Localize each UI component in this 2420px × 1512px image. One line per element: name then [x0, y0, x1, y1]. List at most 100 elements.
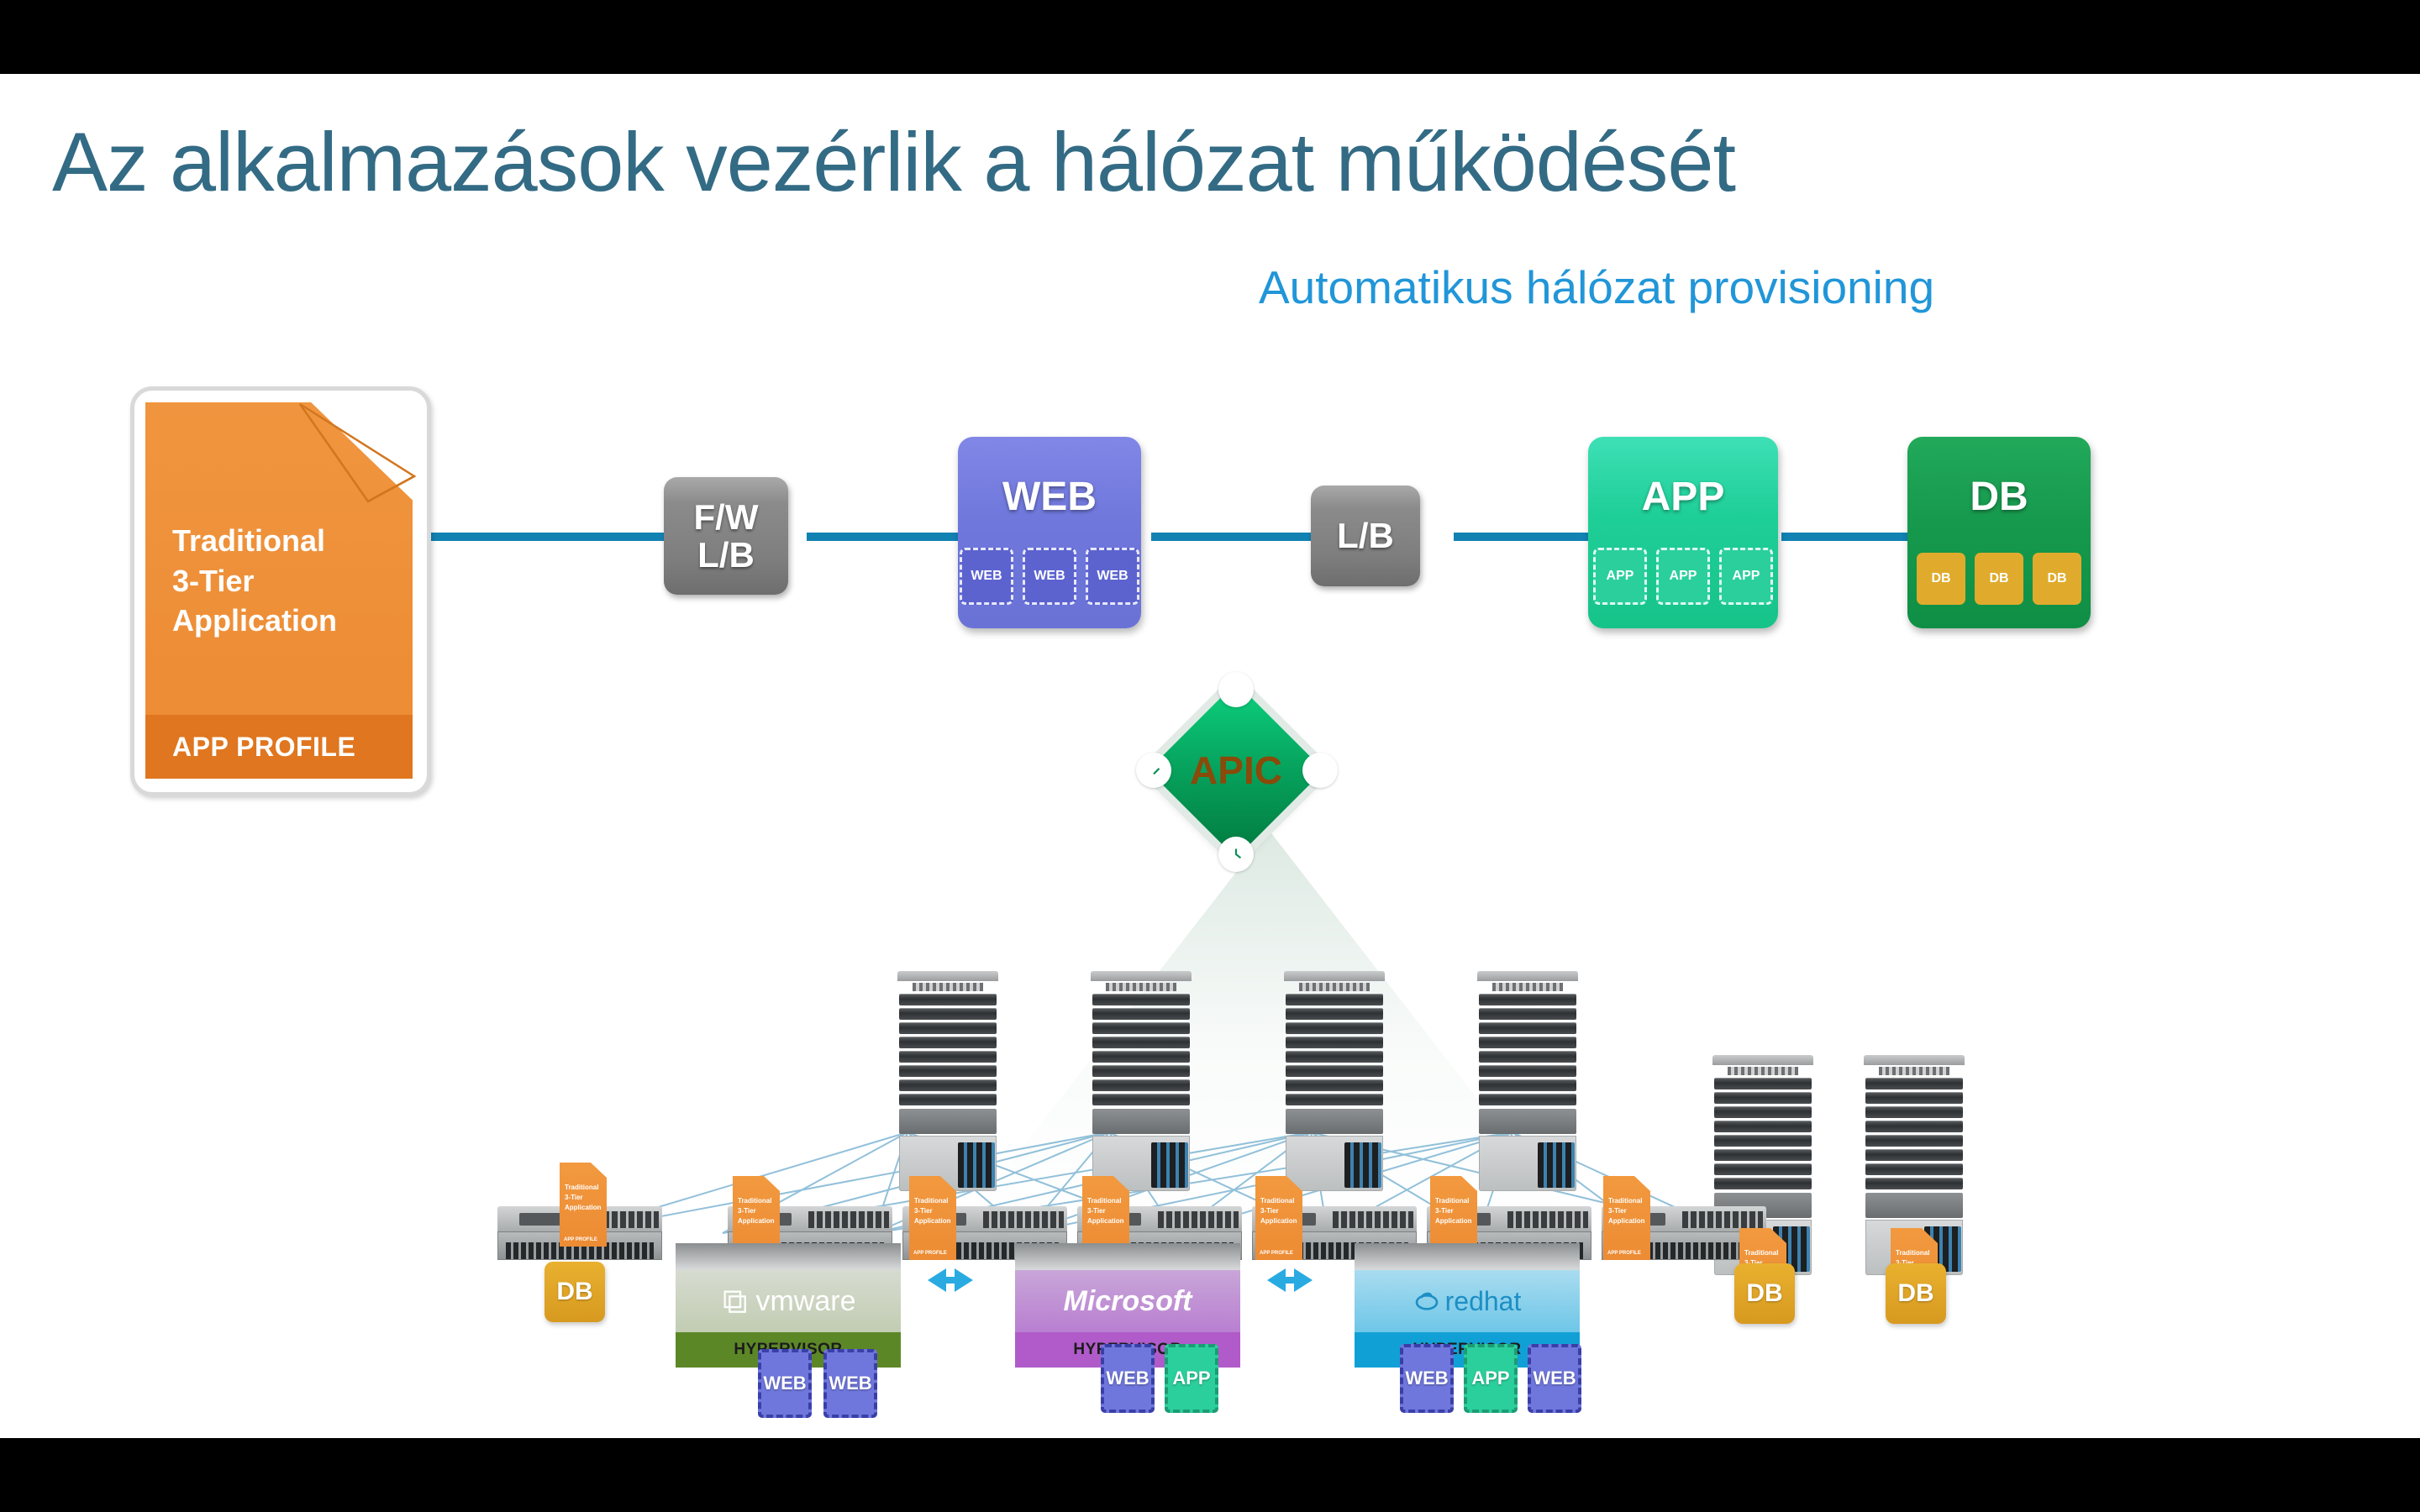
- line-card: [1092, 1094, 1190, 1105]
- leaf-uplink-ports: [1158, 1211, 1239, 1228]
- slide-canvas: Az alkalmazások vezérlik a hálózat működ…: [0, 74, 2420, 1438]
- bare-metal-db[interactable]: DB: [544, 1262, 605, 1322]
- web-tier-box[interactable]: WEB WEB WEB WEB: [958, 437, 1141, 628]
- line-card: [899, 994, 997, 1005]
- flow-connector-4: [1454, 533, 1588, 541]
- spine-switch[interactable]: [897, 971, 998, 1193]
- tag-line-1: Traditional: [914, 1197, 949, 1205]
- chassis-vent: [1299, 983, 1370, 991]
- tag-line-1: Traditional: [565, 1184, 599, 1191]
- tag-line-3: Application: [738, 1217, 775, 1225]
- web-chip: WEB: [1086, 548, 1139, 605]
- db-chip: DB: [1917, 553, 1965, 605]
- hypervisor-vendor-label: redhat: [1444, 1285, 1522, 1316]
- microsoft-logo: Microsoft: [1063, 1284, 1192, 1317]
- tag-line-3: Application: [1260, 1217, 1297, 1225]
- vm-tile[interactable]: WEB: [1400, 1344, 1454, 1413]
- lb-node[interactable]: L/B: [1311, 486, 1420, 586]
- line-card: [899, 1022, 997, 1034]
- vm-tile[interactable]: WEB: [1101, 1344, 1155, 1413]
- line-card: [1714, 1078, 1812, 1089]
- tag-text: Traditional 3-Tier Application: [1087, 1196, 1124, 1226]
- fiber-modules: [1538, 1142, 1575, 1188]
- app-chip: APP: [1593, 548, 1647, 605]
- line-card: [1714, 1106, 1812, 1118]
- vm-tile[interactable]: WEB: [758, 1349, 812, 1418]
- flow-connector-2: [807, 533, 958, 541]
- app-profile-card[interactable]: Traditional 3-Tier Application APP PROFI…: [130, 386, 431, 796]
- vm-tile[interactable]: APP: [1464, 1344, 1518, 1413]
- line-card: [1479, 1094, 1576, 1105]
- spine-switch[interactable]: [1477, 971, 1578, 1193]
- page-fold-icon: [298, 402, 416, 503]
- line-card: [1479, 1079, 1576, 1091]
- line-card: [1714, 1121, 1812, 1132]
- line-card: [1714, 1092, 1812, 1104]
- line-card: [899, 1094, 997, 1105]
- app-profile-tag: Traditional 3-Tier Application APP PROFI…: [560, 1163, 607, 1247]
- app-profile-tag: Traditional 3-Tier Application APP PROFI…: [1603, 1176, 1650, 1260]
- letterbox-bottom: [0, 1438, 2420, 1512]
- line-card: [1479, 994, 1576, 1005]
- line-card: [1479, 1022, 1576, 1034]
- bare-metal-db[interactable]: DB: [1886, 1263, 1946, 1324]
- chassis-cap: [1091, 971, 1192, 981]
- hypervisor-sync-arrow: [1267, 1268, 1313, 1292]
- line-card: [1714, 1163, 1812, 1175]
- db-tier-box[interactable]: DB DB DB DB: [1907, 437, 2091, 628]
- tag-line-2: 3-Tier: [1260, 1207, 1279, 1215]
- vm-tile[interactable]: APP: [1165, 1344, 1218, 1413]
- tag-line-1: Traditional: [738, 1197, 772, 1205]
- hypervisor-host-top: [1355, 1243, 1580, 1270]
- fw-lb-node[interactable]: F/W L/B: [664, 477, 788, 595]
- tag-footer: APP PROFILE: [1260, 1251, 1293, 1256]
- tag-line-3: Application: [565, 1204, 602, 1211]
- vm-tile[interactable]: WEB: [823, 1349, 877, 1418]
- line-card: [1286, 1094, 1383, 1105]
- web-tier-label: WEB: [1002, 475, 1097, 519]
- apic-controller[interactable]: APIC: [1136, 672, 1338, 872]
- chassis-vent: [1106, 983, 1176, 991]
- vm-group-vmware: WEB WEB: [758, 1349, 877, 1418]
- tag-line-2: 3-Tier: [1435, 1207, 1454, 1215]
- apic-label: APIC: [1190, 748, 1282, 792]
- db-chip: DB: [1975, 553, 2023, 605]
- app-tier-box[interactable]: APP APP APP APP: [1588, 437, 1778, 628]
- page-subtitle: Automatikus hálózat provisioning: [1259, 261, 1935, 313]
- tag-line-3: Application: [1087, 1217, 1124, 1225]
- tag-text: Traditional 3-Tier Application: [1260, 1196, 1297, 1226]
- chassis-cap: [1864, 1055, 1965, 1065]
- flow-connector-3: [1151, 533, 1311, 541]
- line-card: [1286, 1037, 1383, 1048]
- tag-footer: APP PROFILE: [564, 1237, 597, 1242]
- line-card: [1092, 1022, 1190, 1034]
- bare-metal-db[interactable]: DB: [1734, 1263, 1795, 1324]
- line-card: [899, 1008, 997, 1020]
- tag-line-1: Traditional: [1087, 1197, 1122, 1205]
- redhat-logo: [1415, 1292, 1438, 1310]
- spine-switch[interactable]: [1091, 971, 1192, 1193]
- tag-line-2: 3-Tier: [1087, 1207, 1106, 1215]
- line-card: [1286, 1022, 1383, 1034]
- line-card: [1092, 994, 1190, 1005]
- tag-line-1: Traditional: [1435, 1197, 1470, 1205]
- hypervisor-sync-arrow: [928, 1268, 973, 1292]
- chassis-base: [1286, 1136, 1383, 1191]
- line-card: [1092, 1065, 1190, 1077]
- chassis-vent: [1728, 1067, 1798, 1075]
- db-tier-chips: DB DB DB: [1907, 553, 2091, 605]
- spine-switch[interactable]: [1284, 971, 1385, 1193]
- leaf-uplink-ports: [808, 1211, 889, 1228]
- hypervisor-logo-band: redhat: [1355, 1270, 1580, 1332]
- app-profile-line-1: Traditional: [172, 523, 326, 558]
- fiber-modules: [1151, 1142, 1188, 1188]
- clock-icon: [1218, 837, 1254, 872]
- fiber-modules: [1344, 1142, 1381, 1188]
- app-profile-text: Traditional 3-Tier Application: [172, 521, 337, 641]
- vm-tile[interactable]: WEB: [1528, 1344, 1581, 1413]
- web-chip: WEB: [960, 548, 1013, 605]
- line-card: [1286, 1079, 1383, 1091]
- web-tier-chips: WEB WEB WEB: [958, 548, 1141, 605]
- line-card: [1286, 994, 1383, 1005]
- tag-footer: APP PROFILE: [1607, 1251, 1641, 1256]
